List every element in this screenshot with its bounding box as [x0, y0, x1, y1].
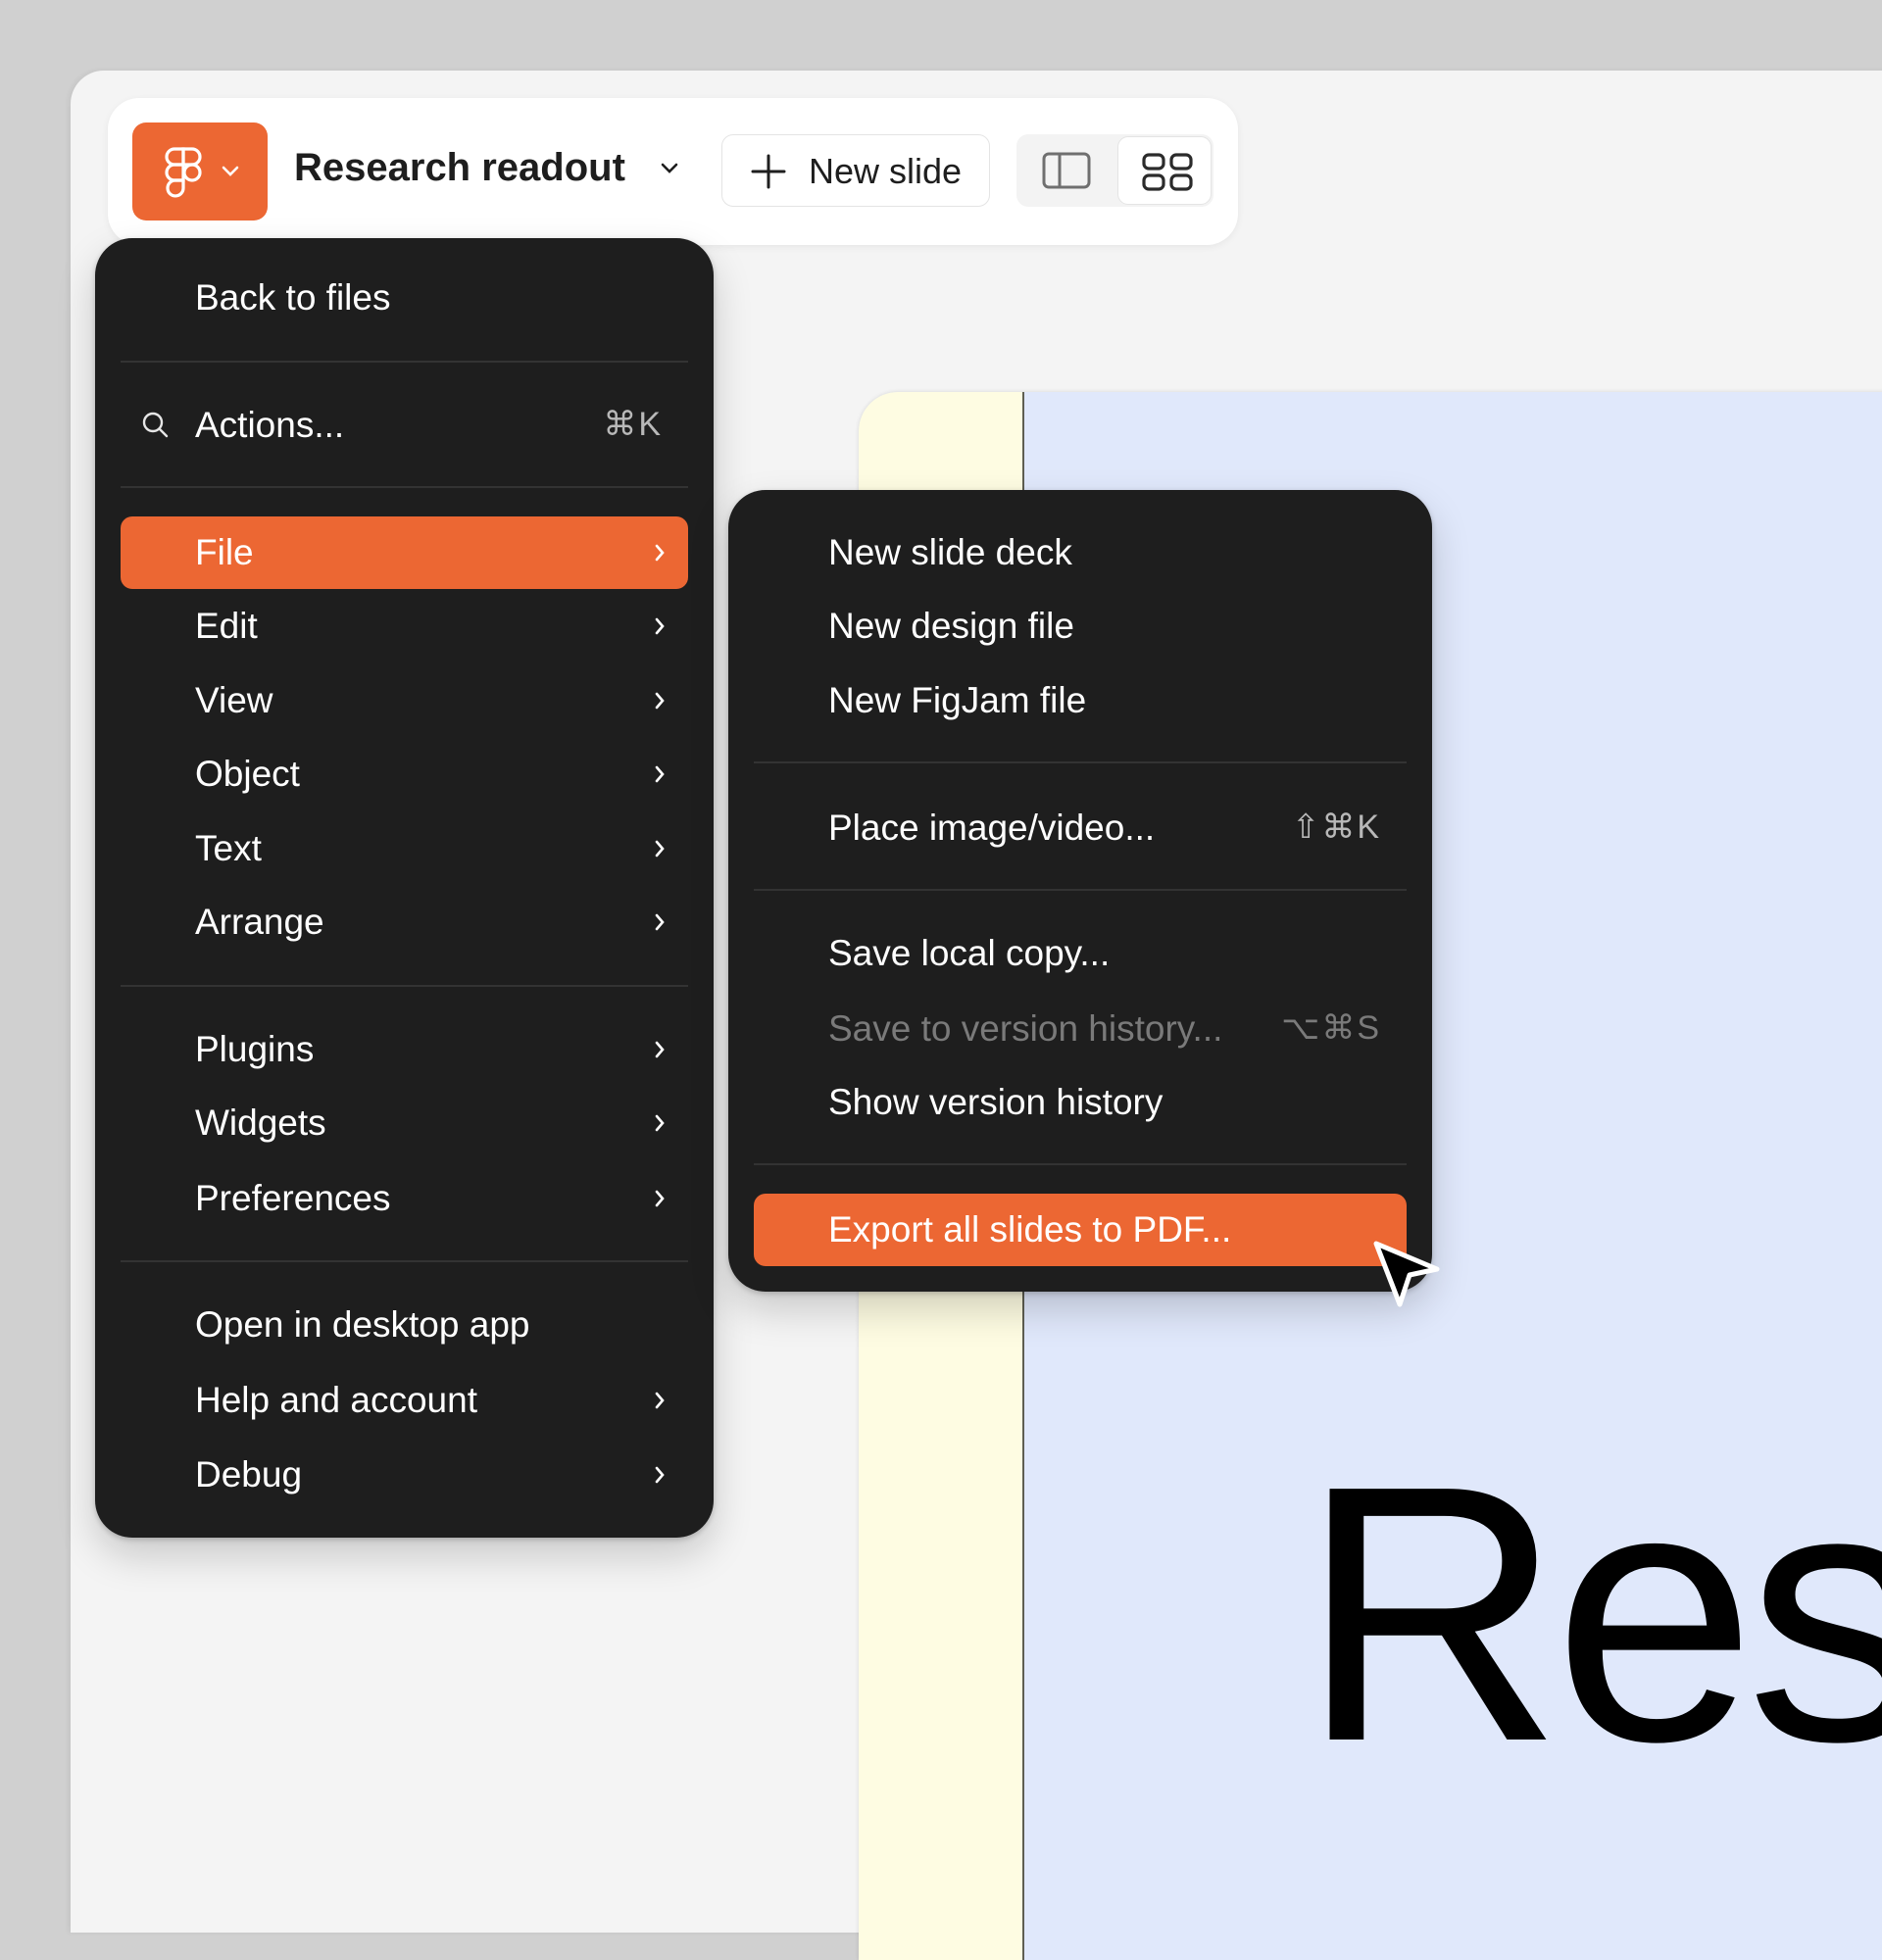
menu-item-label: Edit — [195, 606, 258, 646]
menu-item-actions[interactable]: Actions... ⌘K — [121, 389, 688, 462]
chevron-down-icon — [222, 166, 239, 176]
menu-item-label: Debug — [195, 1454, 303, 1494]
top-toolbar: Research readout New slide — [108, 98, 1238, 245]
menu-divider — [121, 985, 688, 987]
submenu-item-save-to-version-history: Save to version history... ⌥⌘S — [754, 993, 1407, 1065]
shortcut-label: ⌘K — [603, 406, 663, 443]
menu-item-label: New slide deck — [828, 532, 1072, 572]
menu-item-view[interactable]: View — [121, 664, 688, 737]
chevron-right-icon — [655, 692, 665, 710]
menu-item-label: Place image/video... — [828, 808, 1156, 848]
menu-item-file[interactable]: File — [121, 516, 688, 589]
mouse-cursor-icon — [1373, 1241, 1440, 1307]
menu-item-label: New FigJam file — [828, 680, 1087, 720]
slide-title-text[interactable]: Res — [1300, 1431, 1882, 1795]
menu-item-label: Widgets — [195, 1102, 326, 1143]
menu-item-label: Arrange — [195, 902, 324, 942]
menu-item-open-desktop-app[interactable]: Open in desktop app — [121, 1289, 688, 1361]
figma-logo-icon — [165, 147, 202, 198]
grid-icon — [1142, 153, 1193, 191]
chevron-right-icon — [655, 913, 665, 931]
menu-item-label: Preferences — [195, 1178, 391, 1218]
sidebar-icon — [1042, 152, 1091, 189]
submenu-item-new-figjam-file[interactable]: New FigJam file — [754, 664, 1407, 737]
menu-item-label: New design file — [828, 606, 1074, 646]
menu-item-label: View — [195, 680, 273, 720]
menu-item-label: File — [195, 532, 254, 572]
menu-item-debug[interactable]: Debug — [121, 1439, 688, 1511]
chevron-right-icon — [655, 765, 665, 783]
chevron-right-icon — [655, 1392, 665, 1409]
sidebar-view-button[interactable] — [1018, 136, 1113, 205]
view-mode-toggle — [1016, 134, 1213, 207]
chevron-right-icon — [655, 617, 665, 635]
menu-divider — [121, 361, 688, 363]
document-title[interactable]: Research readout — [294, 146, 625, 190]
menu-item-label: Export all slides to PDF... — [828, 1209, 1232, 1250]
menu-divider — [754, 889, 1407, 891]
menu-item-label: Show version history — [828, 1082, 1164, 1122]
chevron-right-icon — [655, 1190, 665, 1207]
menu-item-label: Object — [195, 754, 300, 794]
submenu-item-show-version-history[interactable]: Show version history — [754, 1066, 1407, 1139]
menu-item-label: Actions... — [195, 405, 345, 445]
menu-item-preferences[interactable]: Preferences — [121, 1162, 688, 1235]
menu-divider — [121, 1260, 688, 1262]
menu-item-label: Save local copy... — [828, 933, 1111, 973]
menu-item-object[interactable]: Object — [121, 738, 688, 810]
menu-item-label: Back to files — [195, 277, 391, 318]
menu-item-widgets[interactable]: Widgets — [121, 1087, 688, 1159]
menu-item-label: Open in desktop app — [195, 1304, 530, 1345]
submenu-item-export-all-slides-pdf[interactable]: Export all slides to PDF... — [754, 1194, 1407, 1266]
chevron-right-icon — [655, 1466, 665, 1484]
file-submenu: New slide deck New design file New FigJa… — [728, 490, 1432, 1292]
submenu-item-new-slide-deck[interactable]: New slide deck — [754, 516, 1407, 589]
search-icon — [142, 412, 169, 438]
main-menu-button[interactable] — [132, 122, 268, 220]
grid-view-button[interactable] — [1117, 136, 1212, 205]
chevron-right-icon — [655, 1041, 665, 1058]
shortcut-label: ⇧⌘K — [1291, 808, 1381, 846]
menu-item-label: Text — [195, 828, 262, 868]
menu-item-label: Plugins — [195, 1029, 315, 1069]
menu-divider — [754, 1163, 1407, 1165]
menu-item-label: Help and account — [195, 1380, 477, 1420]
chevron-down-icon[interactable] — [660, 161, 679, 174]
new-slide-button[interactable]: New slide — [721, 134, 990, 207]
plus-icon — [751, 154, 786, 189]
chevron-right-icon — [655, 1114, 665, 1132]
submenu-item-save-local-copy[interactable]: Save local copy... — [754, 917, 1407, 990]
submenu-item-new-design-file[interactable]: New design file — [754, 590, 1407, 662]
menu-item-plugins[interactable]: Plugins — [121, 1013, 688, 1086]
chevron-right-icon — [655, 544, 665, 562]
chevron-right-icon — [655, 840, 665, 858]
menu-item-back-to-files[interactable]: Back to files — [121, 262, 688, 334]
menu-item-help-and-account[interactable]: Help and account — [121, 1364, 688, 1437]
submenu-item-place-image-video[interactable]: Place image/video... ⇧⌘K — [754, 792, 1407, 864]
menu-item-text[interactable]: Text — [121, 812, 688, 885]
new-slide-label: New slide — [809, 151, 963, 191]
menu-item-label: Save to version history... — [828, 1008, 1223, 1049]
menu-divider — [754, 761, 1407, 763]
menu-divider — [121, 486, 688, 488]
main-menu: Back to files Actions... ⌘K File Edit Vi… — [95, 238, 714, 1538]
menu-item-edit[interactable]: Edit — [121, 590, 688, 662]
shortcut-label: ⌥⌘S — [1281, 1009, 1381, 1047]
menu-item-arrange[interactable]: Arrange — [121, 886, 688, 958]
